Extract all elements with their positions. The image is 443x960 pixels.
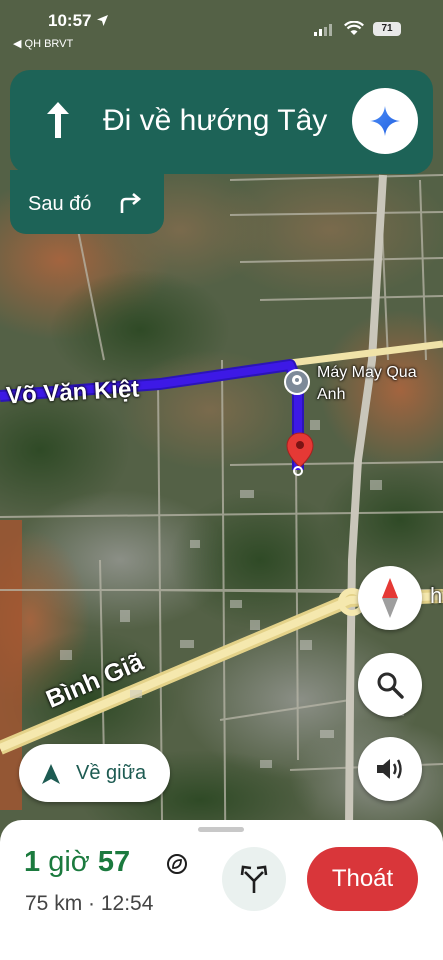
navigation-arrow-icon (42, 764, 60, 784)
hours-unit: giờ (48, 846, 90, 878)
compass-icon (382, 578, 398, 618)
navigation-banner[interactable]: Đi về hướng Tây (10, 70, 433, 174)
place-label-line2: Anh (317, 386, 346, 403)
wifi-icon (344, 21, 364, 35)
duration-minutes: 57 (97, 846, 131, 878)
trip-duration: 1 giờ 57 (24, 846, 130, 879)
place-label[interactable]: Máy May Qua Anh (317, 362, 417, 406)
eco-leaf-icon (167, 854, 187, 874)
then-step-panel[interactable]: Sau đó (10, 170, 164, 234)
status-time: 10:57 (48, 11, 109, 31)
compass-button[interactable] (358, 566, 422, 630)
search-button[interactable] (358, 653, 422, 717)
place-label-line1: Máy May Qua (317, 364, 417, 381)
route-split-icon (240, 865, 268, 893)
recenter-button[interactable]: Về giữa (19, 744, 170, 802)
cellular-signal-icon (314, 24, 332, 36)
assistant-button[interactable] (352, 88, 418, 154)
location-arrow-icon (97, 15, 109, 26)
turn-right-icon (120, 193, 142, 213)
recenter-label: Về giữa (76, 762, 147, 784)
straight-arrow-icon (47, 102, 69, 138)
trip-bottom-sheet[interactable]: 1 giờ 57 75 km · 12:54 Thoát (0, 820, 443, 960)
audio-button[interactable] (358, 737, 422, 801)
status-bar: 10:57 ◀ QH BRVT 71 (0, 0, 443, 58)
sparkle-icon (370, 106, 400, 136)
edge-place-label: h (430, 583, 443, 608)
trip-distance-arrival: 75 km · 12:54 (25, 892, 154, 915)
speaker-icon (377, 759, 402, 779)
exit-navigation-button[interactable]: Thoát (307, 847, 418, 911)
back-to-app-link[interactable]: ◀ QH BRVT (13, 37, 73, 50)
duration-hours: 1 (24, 846, 41, 878)
status-time-text: 10:57 (48, 11, 92, 30)
battery-indicator: 71 (373, 22, 401, 36)
direction-instruction: Đi về hướng Tây (103, 104, 328, 137)
then-label: Sau đó (28, 193, 92, 215)
alternate-routes-button[interactable] (222, 847, 286, 911)
search-icon (377, 672, 404, 699)
sheet-drag-handle[interactable] (198, 827, 244, 832)
